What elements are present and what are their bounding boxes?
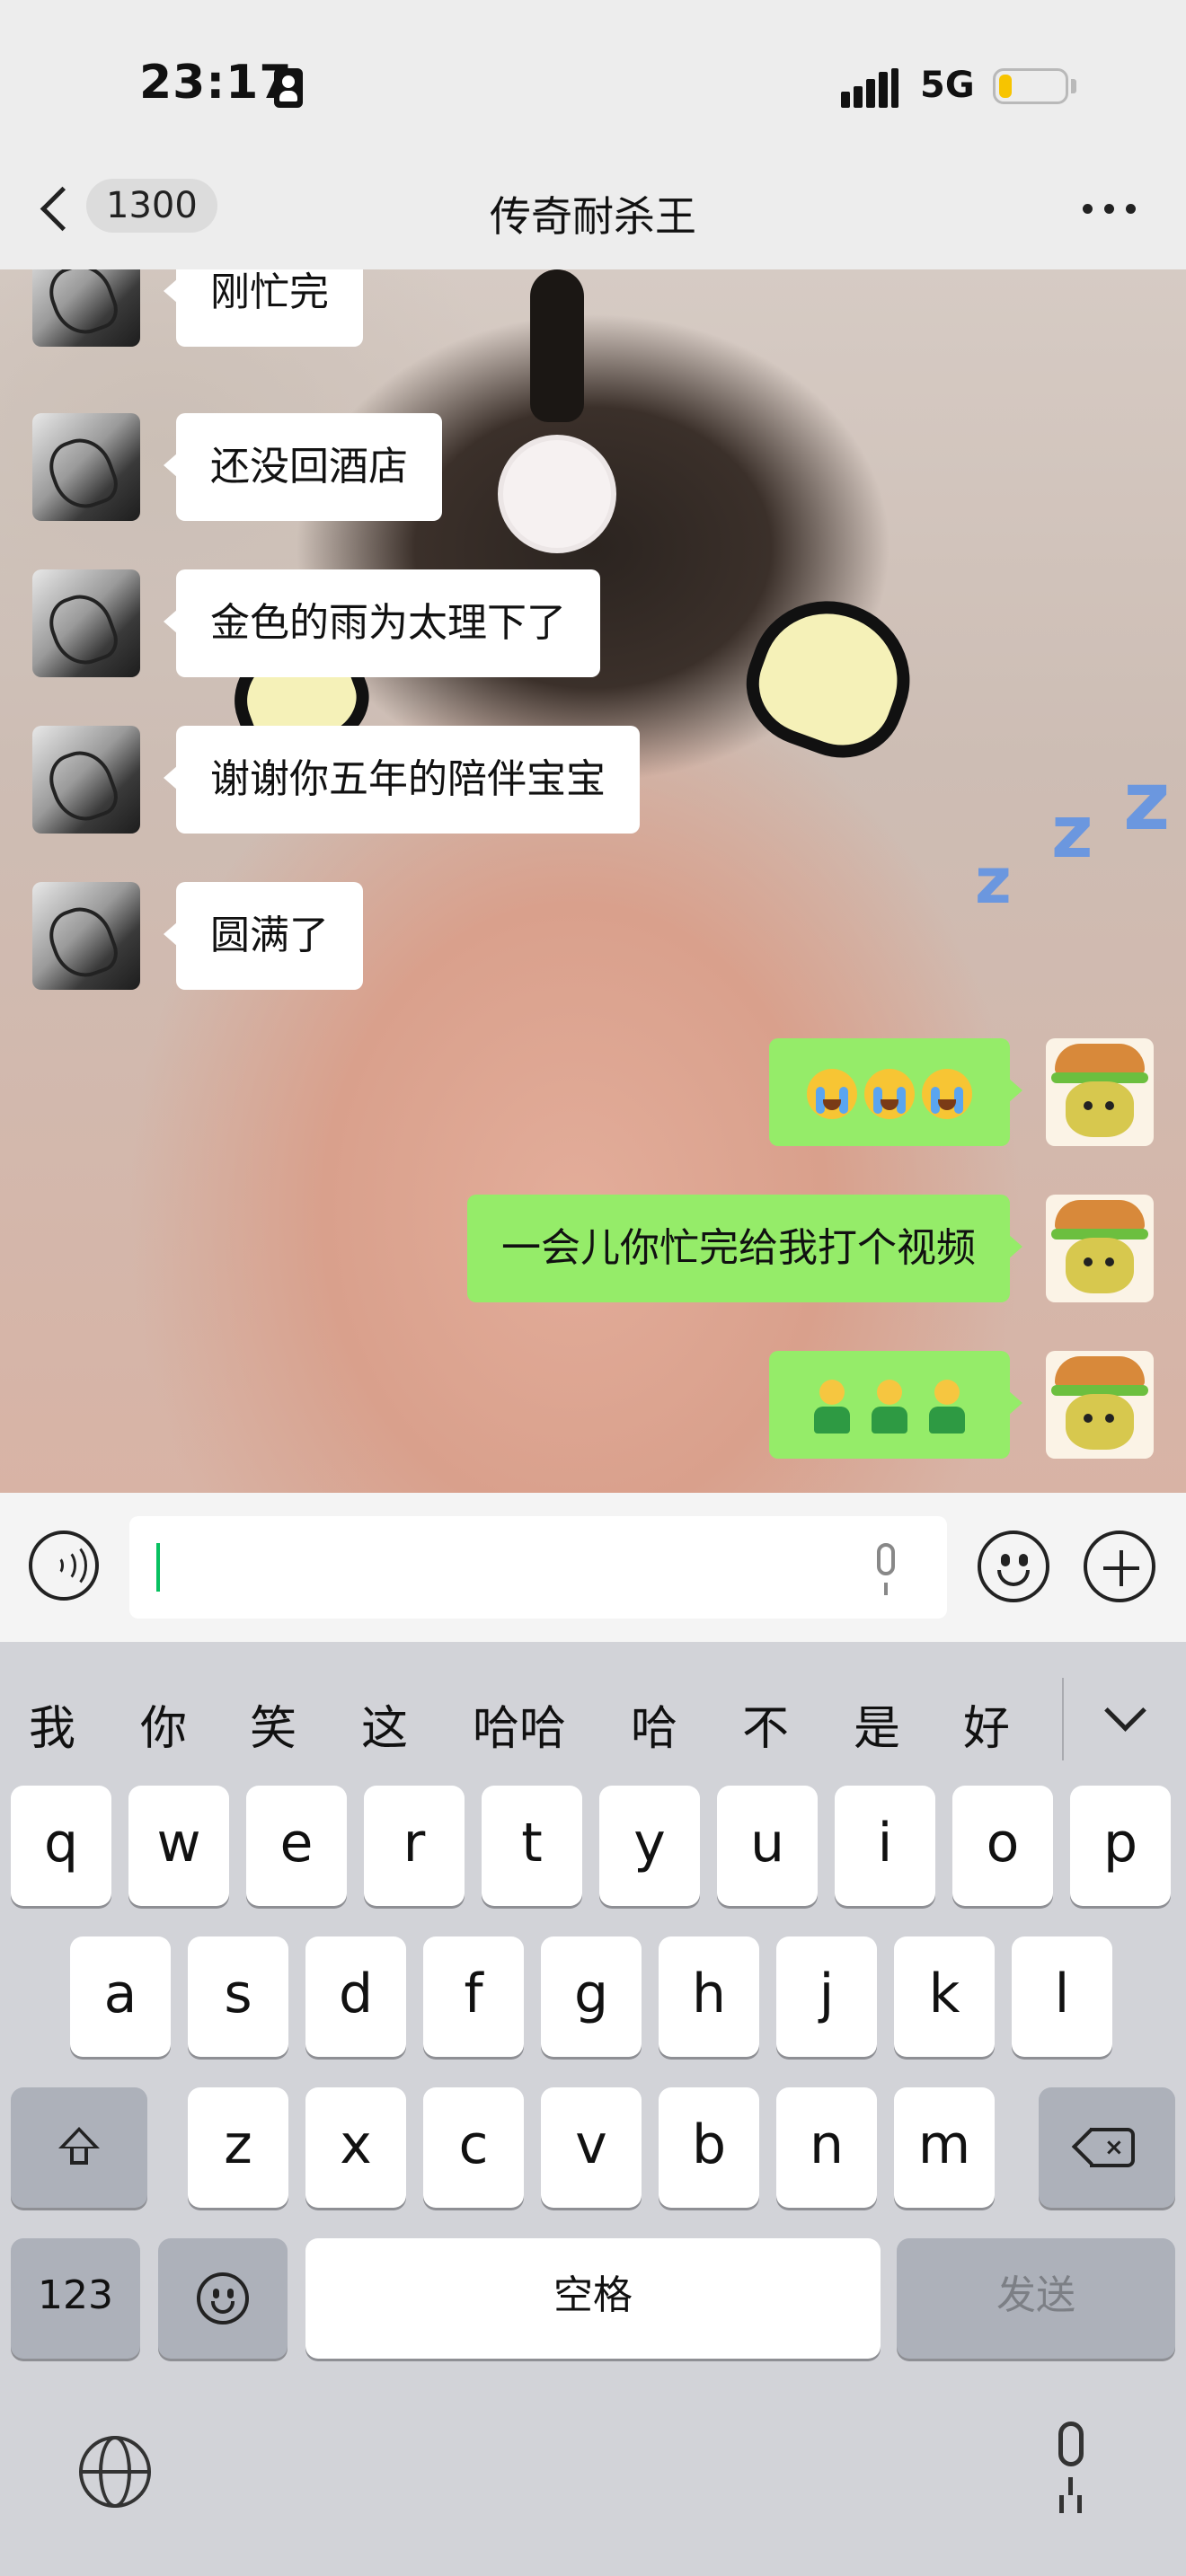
my-avatar[interactable] — [1046, 1195, 1154, 1302]
loudly-crying-face-icon — [922, 1069, 972, 1119]
key-z[interactable]: z — [188, 2087, 288, 2208]
contact-avatar[interactable] — [32, 413, 140, 521]
key-t[interactable]: t — [482, 1786, 582, 1906]
numbers-key[interactable]: 123 — [11, 2238, 140, 2359]
candidate-word[interactable]: 我 — [29, 1690, 75, 1758]
message-bubble[interactable]: 金色的雨为太理下了 — [164, 569, 600, 677]
more-actions-plus-icon[interactable] — [1084, 1531, 1155, 1602]
candidate-word[interactable]: 哈 — [631, 1690, 677, 1758]
my-avatar[interactable] — [1046, 1038, 1154, 1146]
key-c[interactable]: c — [423, 2087, 524, 2208]
key-k[interactable]: k — [894, 1936, 995, 2057]
key-m[interactable]: m — [894, 2087, 995, 2208]
candidate-bar: 我 你 笑 这 哈哈 哈 不 是 好 — [0, 1642, 1186, 1795]
keyboard: 我 你 笑 这 哈哈 哈 不 是 好 q w e r t y u i o p a… — [0, 1642, 1186, 2576]
key-s[interactable]: s — [188, 1936, 288, 2057]
chat-header: 1300 传奇耐杀王 — [0, 166, 1186, 269]
candidate-word[interactable]: 好 — [963, 1690, 1010, 1758]
backspace-key[interactable]: × — [1039, 2087, 1175, 2208]
incoming-message: 谢谢你五年的陪伴宝宝 — [0, 726, 1186, 851]
message-bubble[interactable]: 还没回酒店 — [164, 413, 442, 521]
key-o[interactable]: o — [952, 1786, 1053, 1906]
candidate-word[interactable]: 你 — [140, 1690, 187, 1758]
battery-level — [999, 75, 1012, 98]
dictation-microphone-icon[interactable] — [1049, 2422, 1091, 2502]
chat-messages[interactable]: z z z 刚忙完 还没回酒店 金色的雨为太理下了 谢谢你五年的陪伴宝宝 圆满了… — [0, 269, 1186, 1493]
candidate-word[interactable]: 不 — [742, 1690, 789, 1758]
candidate-word[interactable]: 笑 — [250, 1690, 296, 1758]
smiley-icon — [197, 2272, 249, 2325]
emoji-key[interactable] — [158, 2238, 288, 2359]
key-n[interactable]: n — [776, 2087, 877, 2208]
loudly-crying-face-icon — [864, 1069, 915, 1119]
shift-arrow-icon — [58, 2127, 100, 2168]
standing-person-icon — [807, 1380, 857, 1434]
key-f[interactable]: f — [423, 1936, 524, 2057]
backspace-icon: × — [1071, 2127, 1137, 2167]
space-key[interactable]: 空格 — [305, 2238, 881, 2359]
contact-avatar[interactable] — [32, 882, 140, 990]
my-avatar[interactable] — [1046, 1351, 1154, 1459]
key-d[interactable]: d — [305, 1936, 406, 2057]
key-u[interactable]: u — [717, 1786, 818, 1906]
key-g[interactable]: g — [541, 1936, 642, 2057]
outgoing-message — [0, 1038, 1186, 1164]
battery-cap — [1071, 79, 1076, 93]
send-key[interactable]: 发送 — [897, 2238, 1175, 2359]
expand-candidates-chevron-icon[interactable] — [1104, 1689, 1146, 1732]
message-text-input[interactable] — [129, 1516, 947, 1619]
key-p[interactable]: p — [1070, 1786, 1171, 1906]
text-caret — [156, 1543, 160, 1592]
outgoing-message: 一会儿你忙完给我打个视频 — [0, 1195, 1186, 1320]
candidate-word[interactable]: 是 — [854, 1690, 900, 1758]
battery-icon — [993, 68, 1068, 104]
key-l[interactable]: l — [1012, 1936, 1112, 2057]
message-bubble[interactable]: 一会儿你忙完给我打个视频 — [467, 1195, 1022, 1302]
outgoing-message — [0, 1351, 1186, 1477]
globe-icon[interactable] — [79, 2436, 151, 2508]
emoji-picker-icon[interactable] — [978, 1531, 1049, 1602]
incoming-message: 还没回酒店 — [0, 413, 1186, 539]
key-q[interactable]: q — [11, 1786, 111, 1906]
candidate-divider — [1062, 1678, 1064, 1760]
message-bubble-emoji[interactable] — [769, 1038, 1022, 1146]
contact-card-icon — [274, 68, 303, 108]
candidate-word[interactable]: 这 — [361, 1690, 408, 1758]
key-b[interactable]: b — [659, 2087, 759, 2208]
message-bubble[interactable]: 谢谢你五年的陪伴宝宝 — [164, 726, 640, 834]
incoming-message: 刚忙完 — [0, 269, 1186, 365]
key-e[interactable]: e — [246, 1786, 347, 1906]
message-bubble[interactable]: 刚忙完 — [164, 269, 363, 347]
loudly-crying-face-icon — [807, 1069, 857, 1119]
candidate-word[interactable]: 哈哈 — [473, 1690, 566, 1758]
key-h[interactable]: h — [659, 1936, 759, 2057]
incoming-message: 圆满了 — [0, 882, 1186, 1008]
standing-person-icon — [922, 1380, 972, 1434]
voice-mode-icon[interactable] — [29, 1531, 99, 1601]
message-bubble[interactable]: 圆满了 — [164, 882, 363, 990]
key-v[interactable]: v — [541, 2087, 642, 2208]
key-r[interactable]: r — [364, 1786, 465, 1906]
key-w[interactable]: w — [128, 1786, 229, 1906]
message-bubble-emoji[interactable] — [769, 1351, 1022, 1459]
standing-person-icon — [864, 1380, 915, 1434]
incoming-message: 金色的雨为太理下了 — [0, 569, 1186, 695]
more-options-icon[interactable] — [1083, 204, 1137, 215]
key-a[interactable]: a — [70, 1936, 171, 2057]
status-time: 23:17 — [139, 56, 293, 110]
microphone-icon[interactable] — [868, 1543, 904, 1597]
message-input-bar — [0, 1493, 1186, 1642]
key-x[interactable]: x — [305, 2087, 406, 2208]
network-type: 5G — [920, 65, 975, 106]
contact-avatar[interactable] — [32, 726, 140, 834]
cellular-signal-icon — [841, 68, 900, 108]
key-i[interactable]: i — [835, 1786, 935, 1906]
contact-avatar[interactable] — [32, 269, 140, 347]
status-bar: 23:17 5G — [0, 0, 1186, 166]
contact-avatar[interactable] — [32, 569, 140, 677]
key-y[interactable]: y — [599, 1786, 700, 1906]
shift-key[interactable] — [11, 2087, 147, 2208]
chat-title: 传奇耐杀王 — [490, 192, 696, 241]
key-j[interactable]: j — [776, 1936, 877, 2057]
